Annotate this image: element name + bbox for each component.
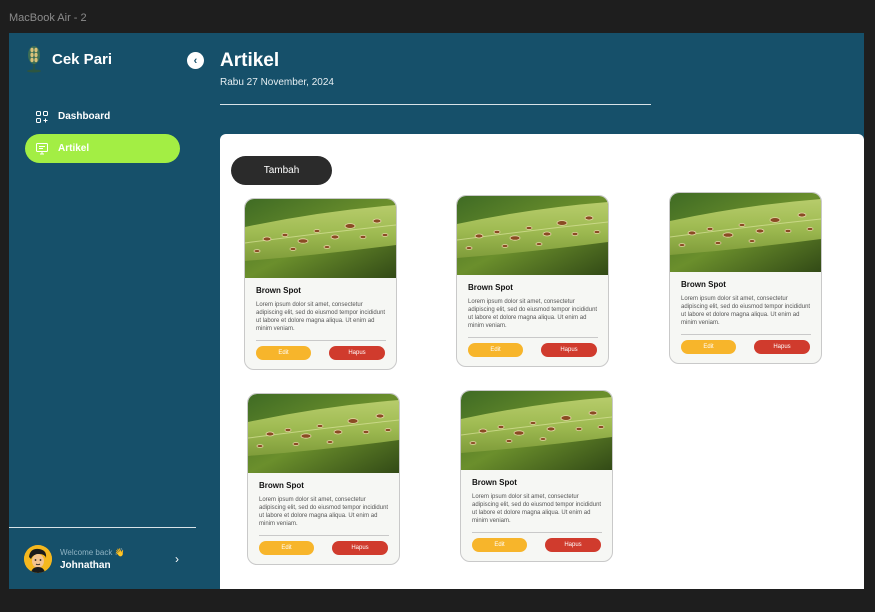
card-description: Lorem ipsum dolor sit amet, consectetur … (468, 299, 598, 329)
edit-button[interactable]: Edit (259, 541, 314, 555)
article-card[interactable]: Brown Spot Lorem ipsum dolor sit amet, c… (244, 198, 397, 370)
card-title: Brown Spot (468, 283, 513, 292)
card-image (245, 199, 396, 278)
article-card[interactable]: Brown Spot Lorem ipsum dolor sit amet, c… (669, 192, 822, 364)
card-title: Brown Spot (259, 481, 304, 490)
user-text: Welcome back 👋 Johnathan (60, 548, 125, 571)
card-divider (259, 535, 389, 536)
user-name: Johnathan (60, 559, 111, 571)
card-divider (256, 340, 386, 341)
sidebar-item-dashboard[interactable]: Dashboard (25, 102, 180, 131)
chevron-right-icon[interactable]: › (175, 552, 179, 566)
brand-name: Cek Pari (52, 50, 113, 68)
sidebar-item-label: Artikel (58, 143, 90, 154)
delete-button[interactable]: Hapus (541, 343, 597, 357)
article-icon (36, 142, 48, 154)
rice-plant-icon (27, 46, 41, 73)
add-article-button[interactable]: Tambah (231, 156, 332, 185)
article-card[interactable]: Brown Spot Lorem ipsum dolor sit amet, c… (460, 390, 613, 562)
card-image (461, 391, 612, 470)
sidebar: Cek Pari Dashboard Artikel Welcome back … (9, 33, 196, 589)
content-panel: Tambah Brown Spot Lorem ipsum dolor sit … (220, 134, 864, 589)
delete-button[interactable]: Hapus (332, 541, 388, 555)
welcome-text: Welcome back 👋 (60, 547, 125, 557)
card-divider (681, 334, 811, 335)
page-date: Rabu 27 November, 2024 (220, 77, 334, 88)
card-title: Brown Spot (681, 280, 726, 289)
card-title: Brown Spot (472, 478, 517, 487)
edit-button[interactable]: Edit (256, 346, 311, 360)
card-description: Lorem ipsum dolor sit amet, consectetur … (681, 296, 811, 326)
article-card[interactable]: Brown Spot Lorem ipsum dolor sit amet, c… (247, 393, 400, 565)
card-image (248, 394, 399, 473)
avatar (24, 545, 52, 573)
page-title: Artikel (220, 50, 280, 71)
delete-button[interactable]: Hapus (329, 346, 385, 360)
brand: Cek Pari (24, 45, 112, 73)
card-description: Lorem ipsum dolor sit amet, consectetur … (259, 497, 389, 527)
card-description: Lorem ipsum dolor sit amet, consectetur … (256, 302, 386, 332)
sidebar-divider (9, 527, 196, 528)
card-image (670, 193, 821, 272)
article-card[interactable]: Brown Spot Lorem ipsum dolor sit amet, c… (456, 195, 609, 367)
chevron-left-icon: ‹ (193, 54, 198, 67)
card-image (457, 196, 608, 275)
collapse-sidebar-button[interactable]: ‹ (187, 52, 204, 69)
dashboard-icon (36, 110, 48, 123)
frame-label: MacBook Air - 2 (9, 12, 87, 24)
edit-button[interactable]: Edit (472, 538, 527, 552)
header-divider (220, 104, 651, 105)
card-divider (468, 337, 598, 338)
delete-button[interactable]: Hapus (545, 538, 601, 552)
sidebar-item-label: Dashboard (58, 111, 111, 122)
card-divider (472, 532, 602, 533)
delete-button[interactable]: Hapus (754, 340, 810, 354)
card-description: Lorem ipsum dolor sit amet, consectetur … (472, 494, 602, 524)
edit-button[interactable]: Edit (681, 340, 736, 354)
edit-button[interactable]: Edit (468, 343, 523, 357)
app-window: Cek Pari Dashboard Artikel Welcome back … (9, 33, 864, 589)
card-title: Brown Spot (256, 286, 301, 295)
user-profile[interactable]: Welcome back 👋 Johnathan › (24, 545, 179, 573)
sidebar-item-artikel[interactable]: Artikel (25, 134, 180, 163)
